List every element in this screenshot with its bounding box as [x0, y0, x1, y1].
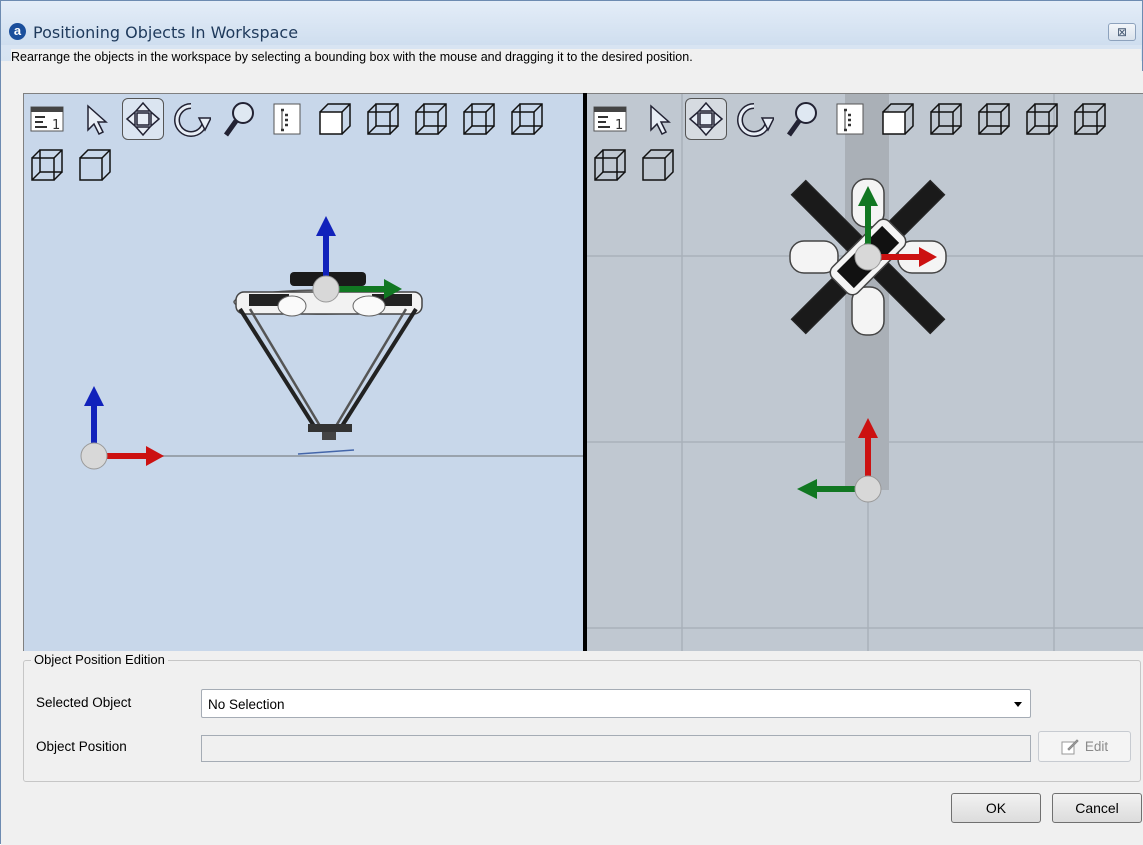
- world-axis-gizmo[interactable]: [80, 386, 164, 470]
- instruction-text: Rearrange the objects in the workspace b…: [11, 49, 1141, 71]
- zoom-icon[interactable]: [218, 98, 260, 140]
- tree-icon[interactable]: [266, 98, 308, 140]
- ok-button[interactable]: OK: [951, 793, 1041, 823]
- cube-front-icon[interactable]: [314, 98, 356, 140]
- zoom-icon[interactable]: [781, 98, 823, 140]
- cube-right-icon[interactable]: [1021, 98, 1063, 140]
- move-icon[interactable]: [685, 98, 727, 140]
- edit-button[interactable]: Edit: [1038, 731, 1131, 762]
- pointer-icon[interactable]: [74, 98, 116, 140]
- layout-label: 1: [52, 118, 60, 133]
- rotate-icon[interactable]: [170, 98, 212, 140]
- tree-icon[interactable]: [829, 98, 871, 140]
- positioning-dialog: a Positioning Objects In Workspace ⊠ Rea…: [0, 0, 1143, 845]
- edit-pencil-icon: [1061, 738, 1079, 754]
- edit-label: Edit: [1084, 739, 1109, 754]
- cube-bottom-icon[interactable]: [26, 144, 68, 186]
- left-3d-viewport[interactable]: 1: [23, 93, 583, 651]
- layout-label: 1: [615, 118, 623, 133]
- view-layout-icon[interactable]: 1: [26, 98, 68, 140]
- window-title: Positioning Objects In Workspace: [33, 23, 299, 42]
- cube-left-icon[interactable]: [973, 98, 1015, 140]
- object-position-group: [23, 660, 1141, 782]
- cube-bottom-icon[interactable]: [589, 144, 631, 186]
- cube-iso-icon[interactable]: [74, 144, 116, 186]
- object-position-field[interactable]: [201, 735, 1031, 762]
- group-legend: Object Position Edition: [31, 652, 168, 667]
- cube-iso-icon[interactable]: [637, 144, 679, 186]
- view-layout-icon[interactable]: 1: [589, 98, 631, 140]
- cube-left-icon[interactable]: [410, 98, 452, 140]
- cube-top-icon[interactable]: [506, 98, 548, 140]
- title-bar: a Positioning Objects In Workspace ⊠: [1, 1, 1142, 45]
- cube-front-icon[interactable]: [877, 98, 919, 140]
- cancel-button[interactable]: Cancel: [1052, 793, 1142, 823]
- selected-object-label: Selected Object: [36, 695, 132, 710]
- world-axis-gizmo-top[interactable]: [797, 418, 882, 503]
- selected-object-value: No Selection: [208, 697, 285, 712]
- pointer-icon[interactable]: [637, 98, 679, 140]
- app-logo-icon: a: [9, 23, 26, 40]
- robot-axis-gizmo[interactable]: [312, 216, 402, 303]
- cube-back-icon[interactable]: [925, 98, 967, 140]
- close-button[interactable]: ⊠: [1108, 23, 1136, 41]
- cube-right-icon[interactable]: [458, 98, 500, 140]
- right-3d-viewport[interactable]: 1: [587, 93, 1143, 651]
- rotate-icon[interactable]: [733, 98, 775, 140]
- cube-top-icon[interactable]: [1069, 98, 1111, 140]
- selected-object-dropdown[interactable]: No Selection: [201, 689, 1031, 718]
- move-icon[interactable]: [122, 98, 164, 140]
- object-position-label: Object Position: [36, 739, 127, 754]
- chevron-down-icon[interactable]: [1014, 702, 1022, 707]
- cube-back-icon[interactable]: [362, 98, 404, 140]
